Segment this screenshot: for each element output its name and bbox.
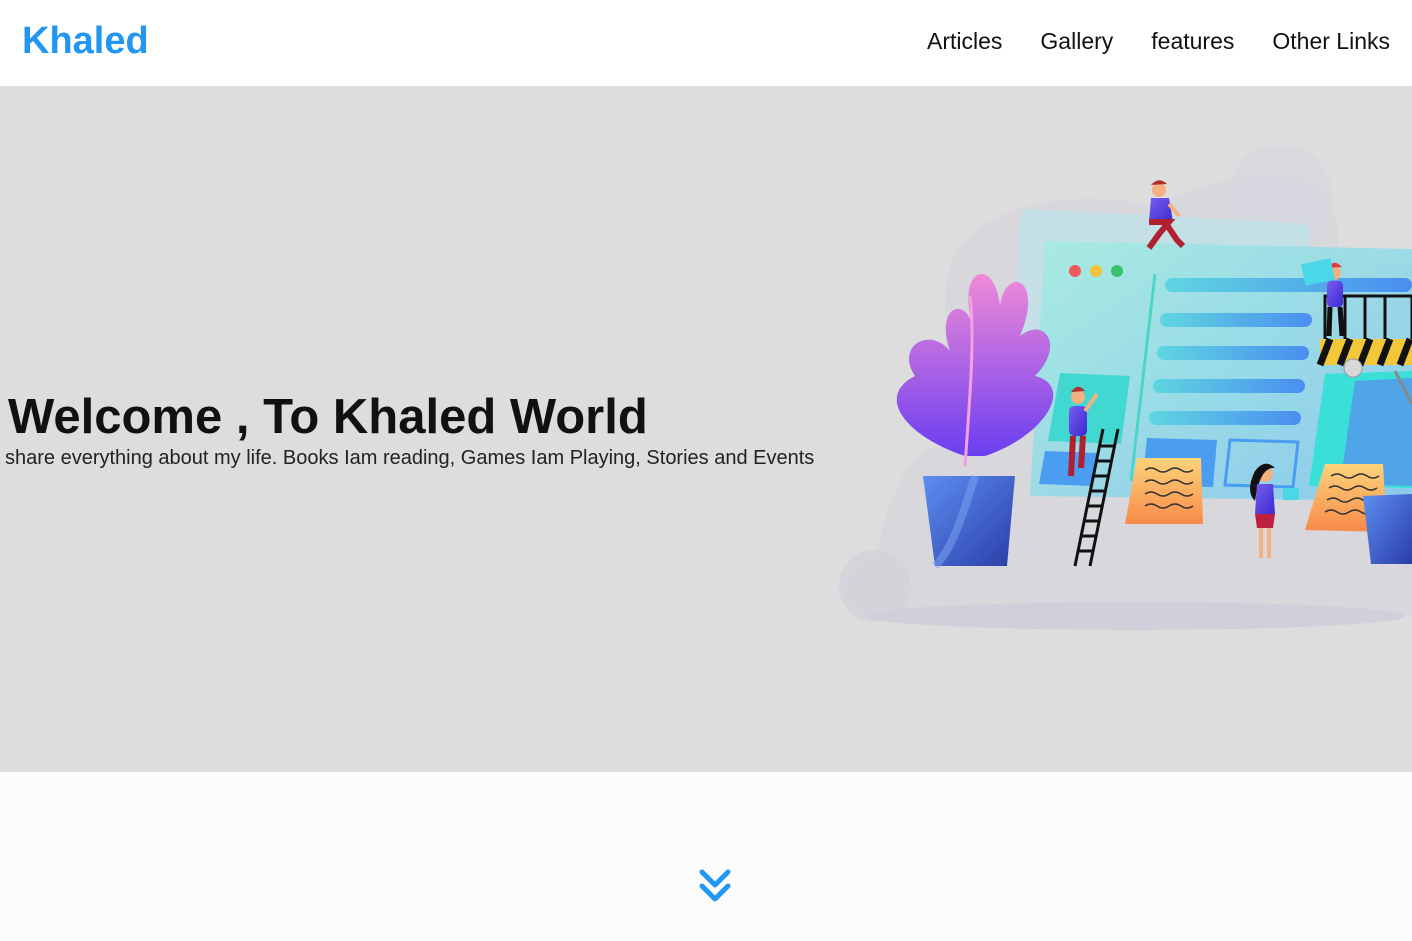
nav-link-gallery[interactable]: Gallery	[1040, 26, 1113, 56]
website-building-illustration-icon	[839, 146, 1412, 630]
nav-link-articles[interactable]: Articles	[927, 26, 1002, 56]
hero-description: share everything about my life. Books Ia…	[5, 447, 815, 469]
nav-link-features[interactable]: features	[1151, 26, 1234, 56]
hero-title: Welcome , To Khaled World	[8, 390, 648, 444]
logo-link[interactable]: Khaled	[22, 19, 149, 63]
site-header: Khaled Articles Gallery features Other L…	[0, 0, 1412, 86]
double-chevron-down-icon[interactable]	[695, 866, 735, 906]
main-nav: Articles Gallery features Other Links	[927, 26, 1390, 56]
landing-section: Welcome , To Khaled World share everythi…	[0, 86, 1412, 772]
nav-link-other-links[interactable]: Other Links	[1272, 26, 1390, 56]
